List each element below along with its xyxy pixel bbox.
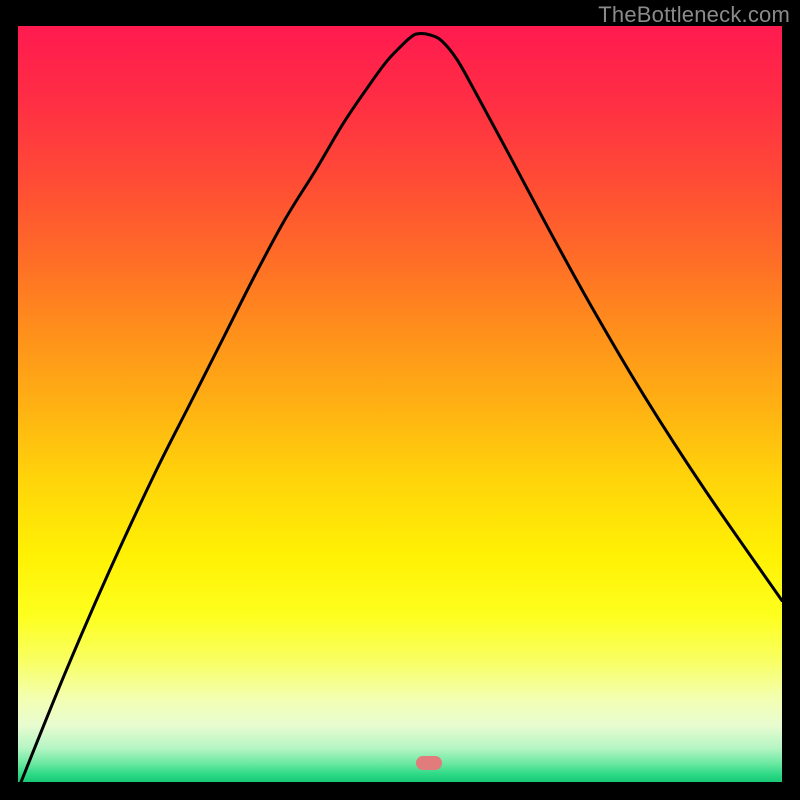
bottleneck-curve [18, 26, 782, 782]
watermark-text: TheBottleneck.com [598, 2, 790, 28]
optimal-marker [416, 756, 442, 770]
plot-area [18, 26, 782, 782]
chart-frame: TheBottleneck.com [0, 0, 800, 800]
